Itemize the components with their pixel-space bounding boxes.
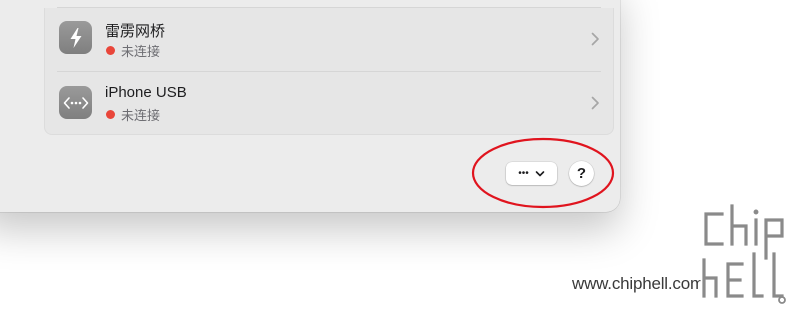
status-text: 未连接 [121, 108, 161, 123]
chevron-right-icon [591, 96, 599, 110]
more-actions-button[interactable]: ••• [506, 162, 557, 185]
status-dot-red [106, 110, 115, 119]
watermark-url: www.chiphell.com [572, 274, 704, 293]
network-services-list: 雷雳网桥 未连接 iPhone USB 未连接 [44, 7, 614, 135]
connector-icon [59, 86, 92, 119]
screenshot-stage: 雷雳网桥 未连接 iPhone USB 未连接 ••• ? www.chiphe… [0, 0, 800, 319]
thunderbolt-icon [59, 21, 92, 54]
help-button[interactable]: ? [569, 161, 594, 186]
status-dot-red [106, 46, 115, 55]
chiphell-logo [700, 202, 786, 304]
chevron-right-icon [591, 32, 599, 46]
chevron-down-icon [535, 170, 545, 176]
service-name: iPhone USB [105, 84, 187, 101]
service-status: 未连接 [105, 41, 160, 60]
status-text: 未连接 [121, 44, 161, 59]
network-service-row-iphone-usb[interactable]: iPhone USB 未连接 [45, 72, 613, 134]
network-service-row-thunderbolt-bridge[interactable]: 雷雳网桥 未连接 [45, 8, 613, 70]
service-name: 雷雳网桥 [105, 23, 166, 40]
more-dots-icon: ••• [518, 168, 529, 179]
service-status: 未连接 [105, 105, 160, 124]
